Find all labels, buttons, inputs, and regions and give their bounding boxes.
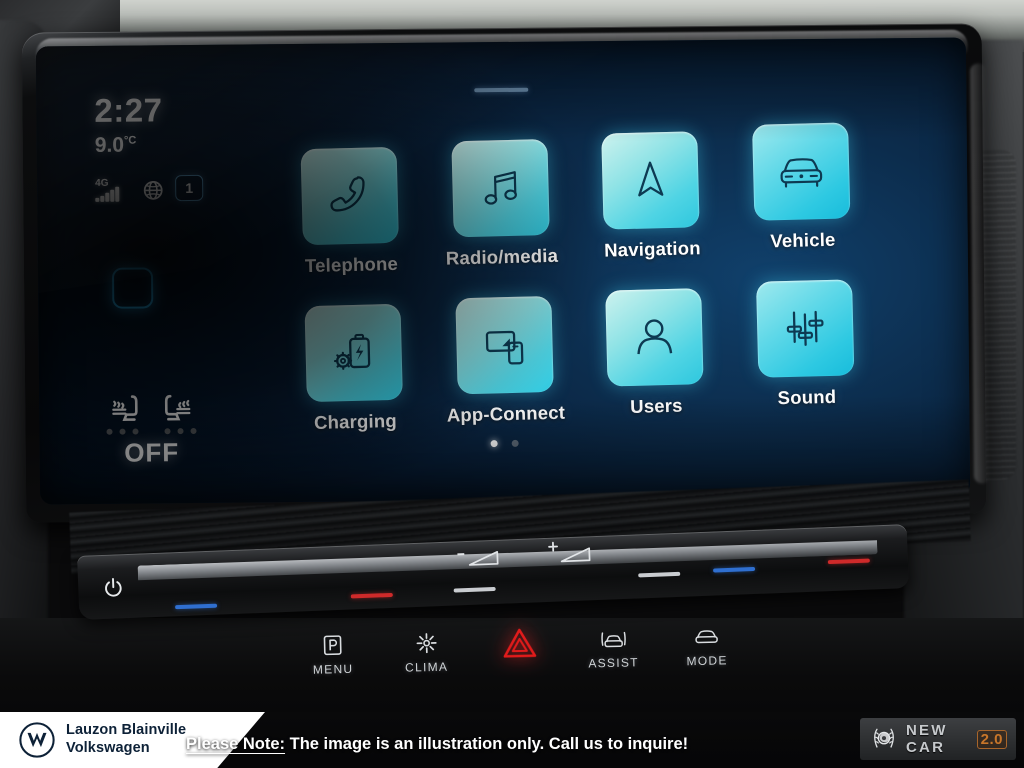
app-connect-tile-surface	[454, 295, 554, 395]
app-tile-charging[interactable]: Charging	[288, 303, 419, 434]
app-label: Sound	[777, 385, 837, 409]
home-app-grid: Telephone Radio/media Navigation Vehicle…	[284, 122, 872, 454]
button-label: MODE	[686, 653, 728, 669]
vehicle-tile-surface	[752, 122, 851, 221]
disclaimer-body: The image is an illustration only. Call …	[285, 735, 689, 753]
temperature-value: 9.0	[94, 133, 125, 157]
signal-strength-icon: 4G	[95, 178, 131, 202]
app-label: Users	[629, 394, 683, 417]
clock-time: 2:27	[94, 91, 163, 129]
volume-decrease-icon[interactable]	[457, 546, 504, 570]
page-dot-active[interactable]	[490, 440, 498, 448]
app-label: Radio/media	[445, 244, 559, 269]
users-tile-surface	[605, 288, 704, 387]
app-tile-sound[interactable]: Sound	[740, 279, 871, 410]
laurel-shutter-emblem-icon	[874, 728, 894, 748]
power-icon[interactable]	[102, 576, 125, 599]
battery-charging-gear-icon	[333, 333, 371, 370]
app-label: Charging	[313, 409, 398, 434]
button-label: ASSIST	[588, 655, 639, 671]
car-front-icon	[780, 158, 823, 188]
globe-icon	[143, 180, 163, 200]
seat-level-dots-right	[164, 427, 197, 435]
app-grid-row-2: Charging App-Connect Users Sound	[288, 279, 871, 433]
footer-overlay: Lauzon Blainville Volkswagen Please Note…	[0, 712, 1024, 768]
app-tile-navigation[interactable]: Navigation	[586, 131, 717, 262]
climate-fan-icon	[383, 629, 470, 657]
console-button-row: MENU CLIMA ASSIST MODE	[289, 623, 750, 695]
page-dot-inactive[interactable]	[511, 439, 519, 447]
infotainment-screen[interactable]: 2:27 9.0°C 4G 1 OFF Telephone Radio/medi…	[35, 37, 971, 505]
seat-heating-state-label: OFF	[124, 437, 180, 468]
navigation-tile-surface	[601, 131, 700, 230]
button-label: MENU	[312, 661, 354, 677]
status-icons-row: 4G 1	[95, 174, 245, 202]
app-tile-users[interactable]: Users	[590, 288, 721, 419]
temp-mark-blue-right	[713, 566, 756, 573]
temp-mark-red-right	[827, 558, 870, 565]
app-tile-vehicle[interactable]: Vehicle	[736, 122, 867, 253]
dealer-name-line1: Lauzon Blainville	[66, 722, 187, 739]
status-cluster: 2:27 9.0°C 4G 1	[94, 91, 245, 202]
temperature-unit: °C	[123, 134, 137, 147]
newcar-badge-text: NEW CAR	[906, 722, 948, 756]
page-indicator[interactable]	[490, 439, 519, 448]
disclaimer-text: Please Note: The image is an illustratio…	[186, 735, 688, 754]
sound-tile-surface	[755, 279, 855, 378]
app-tile-radio-media[interactable]: Radio/media	[435, 139, 566, 270]
vw-roundel-icon	[19, 722, 55, 758]
app-label: Navigation	[603, 237, 701, 261]
seat-heating-control[interactable]: OFF	[81, 393, 222, 469]
phone-handset-icon	[330, 176, 365, 212]
mode-button[interactable]: MODE	[663, 623, 750, 669]
driver-assist-icon	[570, 625, 657, 653]
temp-mark-white-right	[638, 571, 681, 578]
app-grid-row-1: Telephone Radio/media Navigation Vehicle	[284, 122, 867, 276]
newcar-badge[interactable]: NEW CAR 2.0	[860, 718, 1016, 760]
park-menu-icon	[289, 631, 376, 659]
radio-media-tile-surface	[451, 139, 550, 238]
temp-mark-red-left	[350, 592, 393, 599]
seat-heating-icons	[81, 393, 221, 424]
clima-button[interactable]: CLIMA	[383, 629, 470, 675]
dealer-name-line2: Volkswagen	[66, 740, 150, 756]
menu-button[interactable]: MENU	[289, 631, 376, 677]
seat-heating-level-dots	[81, 427, 221, 435]
equalizer-sliders-icon	[786, 310, 824, 346]
hazard-triangle-icon	[476, 627, 563, 664]
temp-mark-blue-left	[175, 603, 218, 610]
signal-bars	[95, 186, 119, 202]
charging-tile-surface	[304, 303, 403, 403]
button-label: CLIMA	[404, 659, 449, 675]
infotainment-photo: 2:27 9.0°C 4G 1 OFF Telephone Radio/medi…	[0, 0, 1024, 768]
hazard-lights-button[interactable]	[476, 627, 563, 664]
telephone-tile-surface	[300, 146, 399, 246]
pulldown-handle[interactable]	[474, 87, 529, 93]
disclaimer-prefix: Please Note:	[186, 735, 286, 753]
navigation-arrow-icon	[638, 161, 664, 197]
person-icon	[637, 319, 673, 355]
app-label: Vehicle	[770, 228, 836, 252]
volume-increase-icon[interactable]	[547, 538, 596, 566]
seat-heating-right-icon	[164, 394, 191, 421]
music-note-icon	[484, 171, 517, 205]
outside-temperature: 9.0°C	[95, 132, 245, 157]
seat-heating-left-icon	[112, 395, 138, 421]
sim-card-badge[interactable]: 1	[175, 174, 204, 202]
seat-level-dots-left	[106, 428, 139, 435]
home-menu-key[interactable]	[111, 267, 154, 309]
temp-mark-white-left	[453, 586, 496, 593]
newcar-badge-version: 2.0	[976, 729, 1007, 749]
dealer-name: Lauzon Blainville Volkswagen	[66, 722, 186, 757]
app-label: Telephone	[304, 252, 399, 277]
assist-button[interactable]: ASSIST	[570, 625, 657, 671]
drive-mode-icon	[663, 623, 750, 651]
app-tile-app-connect[interactable]: App-Connect	[439, 295, 570, 427]
app-label: App-Connect	[446, 401, 566, 426]
app-tile-telephone[interactable]: Telephone	[285, 146, 416, 277]
screen-phone-icon	[485, 330, 524, 365]
